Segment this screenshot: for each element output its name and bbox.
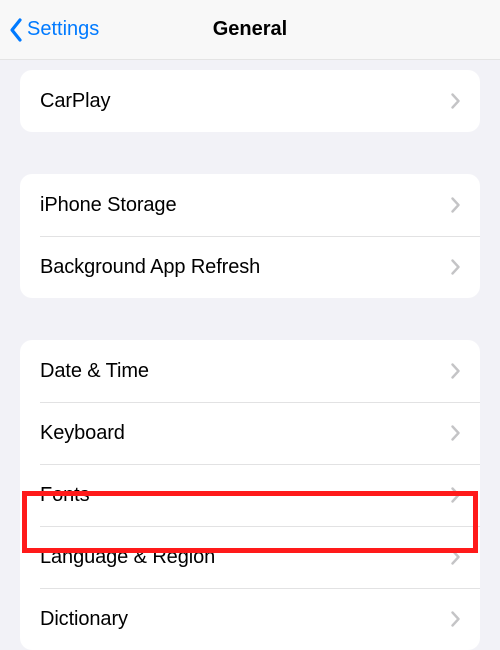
chevron-left-icon <box>8 17 25 43</box>
nav-header: Settings General <box>0 0 500 60</box>
row-label: Background App Refresh <box>40 256 260 279</box>
row-label: iPhone Storage <box>40 194 176 217</box>
row-label: Fonts <box>40 484 90 507</box>
chevron-right-icon <box>451 363 460 379</box>
settings-content: CarPlay iPhone Storage Background App Re… <box>0 70 500 650</box>
page-title: General <box>213 18 287 41</box>
row-background-app-refresh[interactable]: Background App Refresh <box>20 236 480 298</box>
row-label: Language & Region <box>40 546 215 569</box>
row-label: CarPlay <box>40 90 110 113</box>
back-button[interactable]: Settings <box>8 0 99 59</box>
chevron-right-icon <box>451 611 460 627</box>
chevron-right-icon <box>451 425 460 441</box>
row-keyboard[interactable]: Keyboard <box>20 402 480 464</box>
chevron-right-icon <box>451 93 460 109</box>
row-label: Keyboard <box>40 422 125 445</box>
settings-group: iPhone Storage Background App Refresh <box>20 174 480 298</box>
row-date-time[interactable]: Date & Time <box>20 340 480 402</box>
row-carplay[interactable]: CarPlay <box>20 70 480 132</box>
settings-group: CarPlay <box>20 70 480 132</box>
row-dictionary[interactable]: Dictionary <box>20 588 480 650</box>
chevron-right-icon <box>451 197 460 213</box>
settings-group: Date & Time Keyboard Fonts Language & Re… <box>20 340 480 650</box>
chevron-right-icon <box>451 549 460 565</box>
back-label: Settings <box>27 18 99 41</box>
row-language-region[interactable]: Language & Region <box>20 526 480 588</box>
chevron-right-icon <box>451 259 460 275</box>
row-label: Date & Time <box>40 360 149 383</box>
row-fonts[interactable]: Fonts <box>20 464 480 526</box>
row-label: Dictionary <box>40 608 128 631</box>
row-iphone-storage[interactable]: iPhone Storage <box>20 174 480 236</box>
chevron-right-icon <box>451 487 460 503</box>
